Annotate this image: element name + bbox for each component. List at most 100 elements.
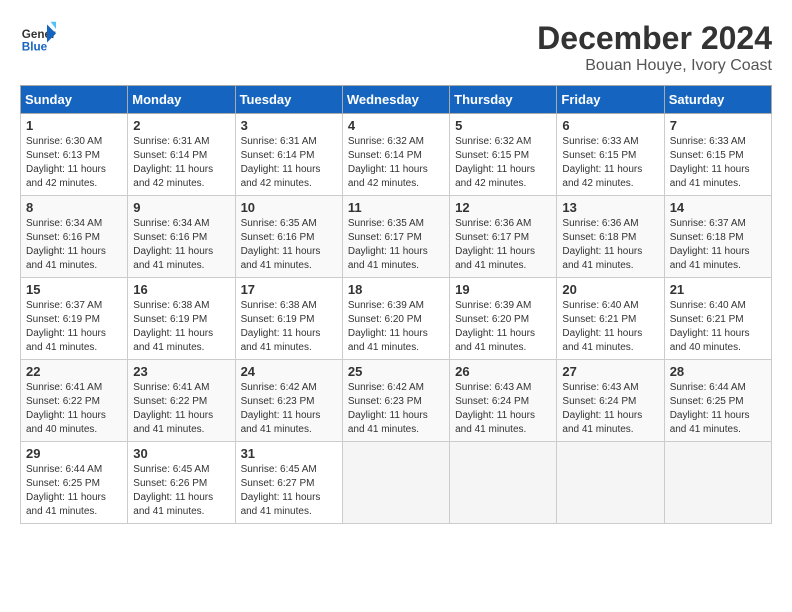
calendar-cell: 20 Sunrise: 6:40 AMSunset: 6:21 PMDayligh… — [557, 278, 664, 360]
day-detail: Sunrise: 6:40 AMSunset: 6:21 PMDaylight:… — [562, 299, 658, 355]
calendar-cell: 8Sunrise: 6:34 AMSunset: 6:16 PMDaylight… — [21, 196, 128, 278]
day-number: 12 — [455, 200, 551, 215]
day-number: 3 — [241, 118, 337, 133]
day-detail: Sunrise: 6:36 AMSunset: 6:18 PMDaylight:… — [562, 217, 658, 273]
day-detail: Sunrise: 6:34 AMSunset: 6:16 PMDaylight:… — [133, 217, 229, 273]
day-detail: Sunrise: 6:32 AMSunset: 6:15 PMDaylight:… — [455, 135, 551, 191]
calendar-cell: 1 Sunrise: 6:30 AMSunset: 6:13 PMDaylight… — [21, 114, 128, 196]
calendar-cell: 16 Sunrise: 6:38 AMSunset: 6:19 PMDayligh… — [128, 278, 235, 360]
calendar-cell: 14 Sunrise: 6:37 AMSunset: 6:18 PMDayligh… — [664, 196, 771, 278]
day-detail: Sunrise: 6:36 AMSunset: 6:17 PMDaylight:… — [455, 217, 551, 273]
calendar-cell: 28 Sunrise: 6:44 AMSunset: 6:25 PMDayligh… — [664, 360, 771, 442]
day-number: 28 — [670, 364, 766, 379]
header-friday: Friday — [557, 86, 664, 114]
page-header: General Blue December 2024 Bouan Houye, … — [20, 20, 772, 75]
calendar-cell: 27Sunrise: 6:43 AMSunset: 6:24 PMDayligh… — [557, 360, 664, 442]
calendar-week-row: 15Sunrise: 6:37 AMSunset: 6:19 PMDayligh… — [21, 278, 772, 360]
calendar-week-row: 29 Sunrise: 6:44 AMSunset: 6:25 PMDayligh… — [21, 442, 772, 524]
calendar-cell: 15Sunrise: 6:37 AMSunset: 6:19 PMDayligh… — [21, 278, 128, 360]
header-monday: Monday — [128, 86, 235, 114]
day-detail: Sunrise: 6:45 AMSunset: 6:26 PMDaylight:… — [133, 463, 229, 519]
day-detail: Sunrise: 6:33 AMSunset: 6:15 PMDaylight:… — [562, 135, 658, 191]
day-number: 11 — [348, 200, 444, 215]
day-detail: Sunrise: 6:41 AMSunset: 6:22 PMDaylight:… — [133, 381, 229, 437]
calendar-cell: 2 Sunrise: 6:31 AMSunset: 6:14 PMDaylight… — [128, 114, 235, 196]
calendar-cell: 31 Sunrise: 6:45 AMSunset: 6:27 PMDayligh… — [235, 442, 342, 524]
day-number: 22 — [26, 364, 122, 379]
calendar-cell: 4 Sunrise: 6:32 AMSunset: 6:14 PMDaylight… — [342, 114, 449, 196]
logo: General Blue — [20, 20, 56, 56]
day-number: 7 — [670, 118, 766, 133]
calendar-week-row: 22 Sunrise: 6:41 AMSunset: 6:22 PMDayligh… — [21, 360, 772, 442]
calendar-cell: 12 Sunrise: 6:36 AMSunset: 6:17 PMDayligh… — [450, 196, 557, 278]
day-number: 1 — [26, 118, 122, 133]
calendar-cell: 21 Sunrise: 6:40 AMSunset: 6:21 PMDayligh… — [664, 278, 771, 360]
day-number: 4 — [348, 118, 444, 133]
header-tuesday: Tuesday — [235, 86, 342, 114]
day-number: 29 — [26, 446, 122, 461]
calendar-cell: 13Sunrise: 6:36 AMSunset: 6:18 PMDayligh… — [557, 196, 664, 278]
day-detail: Sunrise: 6:43 AMSunset: 6:24 PMDaylight:… — [562, 381, 658, 437]
calendar-cell: 19 Sunrise: 6:39 AMSunset: 6:20 PMDayligh… — [450, 278, 557, 360]
calendar-week-row: 1 Sunrise: 6:30 AMSunset: 6:13 PMDaylight… — [21, 114, 772, 196]
calendar-cell: 30 Sunrise: 6:45 AMSunset: 6:26 PMDayligh… — [128, 442, 235, 524]
day-number: 26 — [455, 364, 551, 379]
day-detail: Sunrise: 6:32 AMSunset: 6:14 PMDaylight:… — [348, 135, 444, 191]
day-detail: Sunrise: 6:44 AMSunset: 6:25 PMDaylight:… — [670, 381, 766, 437]
day-detail: Sunrise: 6:45 AMSunset: 6:27 PMDaylight:… — [241, 463, 337, 519]
day-number: 5 — [455, 118, 551, 133]
day-detail: Sunrise: 6:43 AMSunset: 6:24 PMDaylight:… — [455, 381, 551, 437]
calendar-cell: 3 Sunrise: 6:31 AMSunset: 6:14 PMDaylight… — [235, 114, 342, 196]
day-number: 14 — [670, 200, 766, 215]
day-number: 19 — [455, 282, 551, 297]
svg-text:Blue: Blue — [22, 41, 48, 54]
header-wednesday: Wednesday — [342, 86, 449, 114]
day-number: 21 — [670, 282, 766, 297]
day-detail: Sunrise: 6:39 AMSunset: 6:20 PMDaylight:… — [455, 299, 551, 355]
header-thursday: Thursday — [450, 86, 557, 114]
day-number: 30 — [133, 446, 229, 461]
day-detail: Sunrise: 6:42 AMSunset: 6:23 PMDaylight:… — [348, 381, 444, 437]
day-number: 23 — [133, 364, 229, 379]
day-detail: Sunrise: 6:38 AMSunset: 6:19 PMDaylight:… — [241, 299, 337, 355]
header-saturday: Saturday — [664, 86, 771, 114]
calendar-cell: 23 Sunrise: 6:41 AMSunset: 6:22 PMDayligh… — [128, 360, 235, 442]
day-number: 31 — [241, 446, 337, 461]
day-number: 20 — [562, 282, 658, 297]
day-number: 18 — [348, 282, 444, 297]
day-detail: Sunrise: 6:31 AMSunset: 6:14 PMDaylight:… — [241, 135, 337, 191]
calendar-cell: 26 Sunrise: 6:43 AMSunset: 6:24 PMDayligh… — [450, 360, 557, 442]
day-detail: Sunrise: 6:37 AMSunset: 6:18 PMDaylight:… — [670, 217, 766, 273]
day-detail: Sunrise: 6:35 AMSunset: 6:17 PMDaylight:… — [348, 217, 444, 273]
day-detail: Sunrise: 6:44 AMSunset: 6:25 PMDaylight:… — [26, 463, 122, 519]
calendar-cell: 17 Sunrise: 6:38 AMSunset: 6:19 PMDayligh… — [235, 278, 342, 360]
header-sunday: Sunday — [21, 86, 128, 114]
day-detail: Sunrise: 6:40 AMSunset: 6:21 PMDaylight:… — [670, 299, 766, 355]
calendar-cell — [450, 442, 557, 524]
day-detail: Sunrise: 6:38 AMSunset: 6:19 PMDaylight:… — [133, 299, 229, 355]
day-detail: Sunrise: 6:35 AMSunset: 6:16 PMDaylight:… — [241, 217, 337, 273]
day-number: 25 — [348, 364, 444, 379]
calendar-table: SundayMondayTuesdayWednesdayThursdayFrid… — [20, 85, 772, 524]
day-number: 15 — [26, 282, 122, 297]
month-title: December 2024 — [537, 20, 772, 57]
calendar-header-row: SundayMondayTuesdayWednesdayThursdayFrid… — [21, 86, 772, 114]
calendar-cell: 10 Sunrise: 6:35 AMSunset: 6:16 PMDayligh… — [235, 196, 342, 278]
day-number: 2 — [133, 118, 229, 133]
calendar-cell: 5 Sunrise: 6:32 AMSunset: 6:15 PMDaylight… — [450, 114, 557, 196]
calendar-cell: 29 Sunrise: 6:44 AMSunset: 6:25 PMDayligh… — [21, 442, 128, 524]
calendar-cell: 9Sunrise: 6:34 AMSunset: 6:16 PMDaylight… — [128, 196, 235, 278]
title-block: December 2024 Bouan Houye, Ivory Coast — [537, 20, 772, 75]
location-title: Bouan Houye, Ivory Coast — [537, 57, 772, 75]
day-detail: Sunrise: 6:31 AMSunset: 6:14 PMDaylight:… — [133, 135, 229, 191]
day-number: 16 — [133, 282, 229, 297]
day-number: 10 — [241, 200, 337, 215]
calendar-cell: 7Sunrise: 6:33 AMSunset: 6:15 PMDaylight… — [664, 114, 771, 196]
calendar-week-row: 8 Sunrise: 6:34 AMSunset: 6:16 PMDaylight… — [21, 196, 772, 278]
day-number: 17 — [241, 282, 337, 297]
day-detail: Sunrise: 6:30 AMSunset: 6:13 PMDaylight:… — [26, 135, 122, 191]
day-number: 8 — [26, 200, 122, 215]
calendar-cell: 24Sunrise: 6:42 AMSunset: 6:23 PMDayligh… — [235, 360, 342, 442]
calendar-cell — [664, 442, 771, 524]
day-detail: Sunrise: 6:42 AMSunset: 6:23 PMDaylight:… — [241, 381, 337, 437]
